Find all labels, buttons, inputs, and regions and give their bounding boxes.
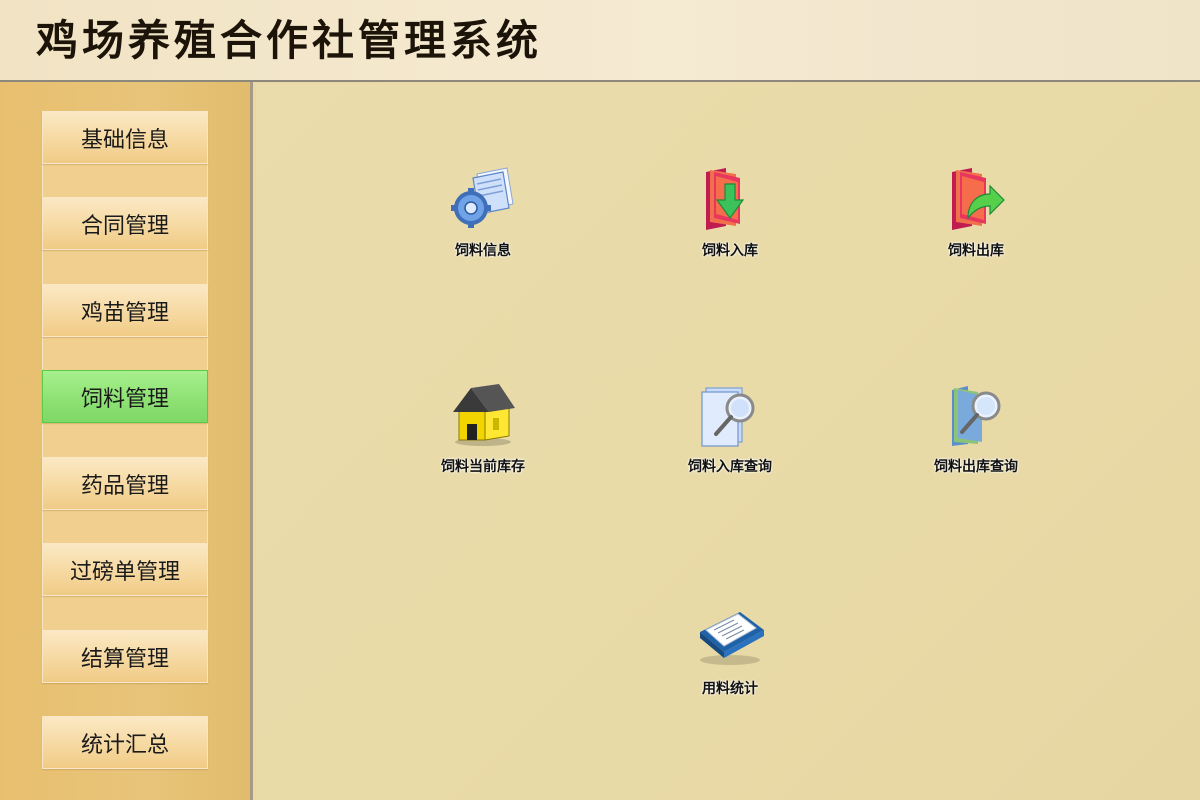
sidebar-item-label: 药品管理 [80, 473, 169, 499]
tile-label: 饲料信息 [455, 243, 511, 259]
sidebar-item-basic-info[interactable]: 基础信息 [42, 111, 208, 164]
sidebar-item-feed[interactable]: 饲料管理 [42, 370, 208, 423]
menu-connector [42, 337, 208, 373]
main-panel: 饲料信息 饲料入库 饲料出库 饲料当前库存 饲料入库查询 饲料出库查询 用料统计 [256, 84, 1200, 800]
sidebar-item-contract[interactable]: 合同管理 [42, 197, 208, 250]
sidebar-item-label: 合同管理 [80, 213, 169, 239]
tile-feed-outbound[interactable]: 饲料出库 [901, 164, 1051, 274]
sidebar-item-label: 统计汇总 [80, 732, 169, 758]
tile-label: 饲料入库 [702, 243, 758, 259]
tile-feed-current-stock[interactable]: 饲料当前库存 [408, 380, 558, 490]
sidebar-item-settlement[interactable]: 结算管理 [42, 630, 208, 683]
sidebar-item-chicks[interactable]: 鸡苗管理 [42, 284, 208, 337]
menu-connector [42, 423, 208, 459]
sidebar-item-statistics[interactable]: 统计汇总 [42, 716, 208, 769]
sidebar-item-label: 饲料管理 [80, 386, 169, 412]
tile-label: 饲料入库查询 [688, 459, 772, 475]
book-icon [696, 602, 764, 670]
tile-label: 饲料出库查询 [934, 459, 1018, 475]
tile-label: 用料统计 [702, 681, 758, 697]
sidebar-item-weighbill[interactable]: 过磅单管理 [42, 543, 208, 596]
menu-connector [42, 250, 208, 286]
sidebar-item-label: 鸡苗管理 [80, 300, 169, 326]
tile-feed-inbound[interactable]: 饲料入库 [655, 164, 805, 274]
folder-search-icon [942, 380, 1010, 448]
settings-document-icon [449, 164, 517, 232]
tile-label: 饲料当前库存 [441, 459, 525, 475]
menu-connector [42, 164, 208, 200]
tile-feed-info[interactable]: 饲料信息 [408, 164, 558, 274]
document-search-icon [696, 380, 764, 448]
sidebar-item-medicine[interactable]: 药品管理 [42, 457, 208, 510]
tile-material-statistics[interactable]: 用料统计 [655, 602, 805, 712]
app-header: 鸡场养殖合作社管理系统 [0, 0, 1200, 82]
menu-connector [42, 510, 208, 546]
sidebar-item-label: 基础信息 [80, 127, 169, 153]
tile-feed-inbound-query[interactable]: 饲料入库查询 [655, 380, 805, 490]
sidebar-item-label: 结算管理 [80, 646, 169, 672]
tile-feed-outbound-query[interactable]: 饲料出库查询 [901, 380, 1051, 490]
folder-export-icon [942, 164, 1010, 232]
sidebar-item-label: 过磅单管理 [69, 559, 180, 585]
app-title: 鸡场养殖合作社管理系统 [36, 16, 543, 65]
folder-download-icon [696, 164, 764, 232]
sidebar: 基础信息 合同管理 鸡苗管理 饲料管理 药品管理 过磅单管理 结算管理 统计汇总 [0, 82, 253, 800]
warehouse-icon [449, 380, 517, 448]
tile-label: 饲料出库 [948, 243, 1004, 259]
menu-connector [42, 596, 208, 632]
